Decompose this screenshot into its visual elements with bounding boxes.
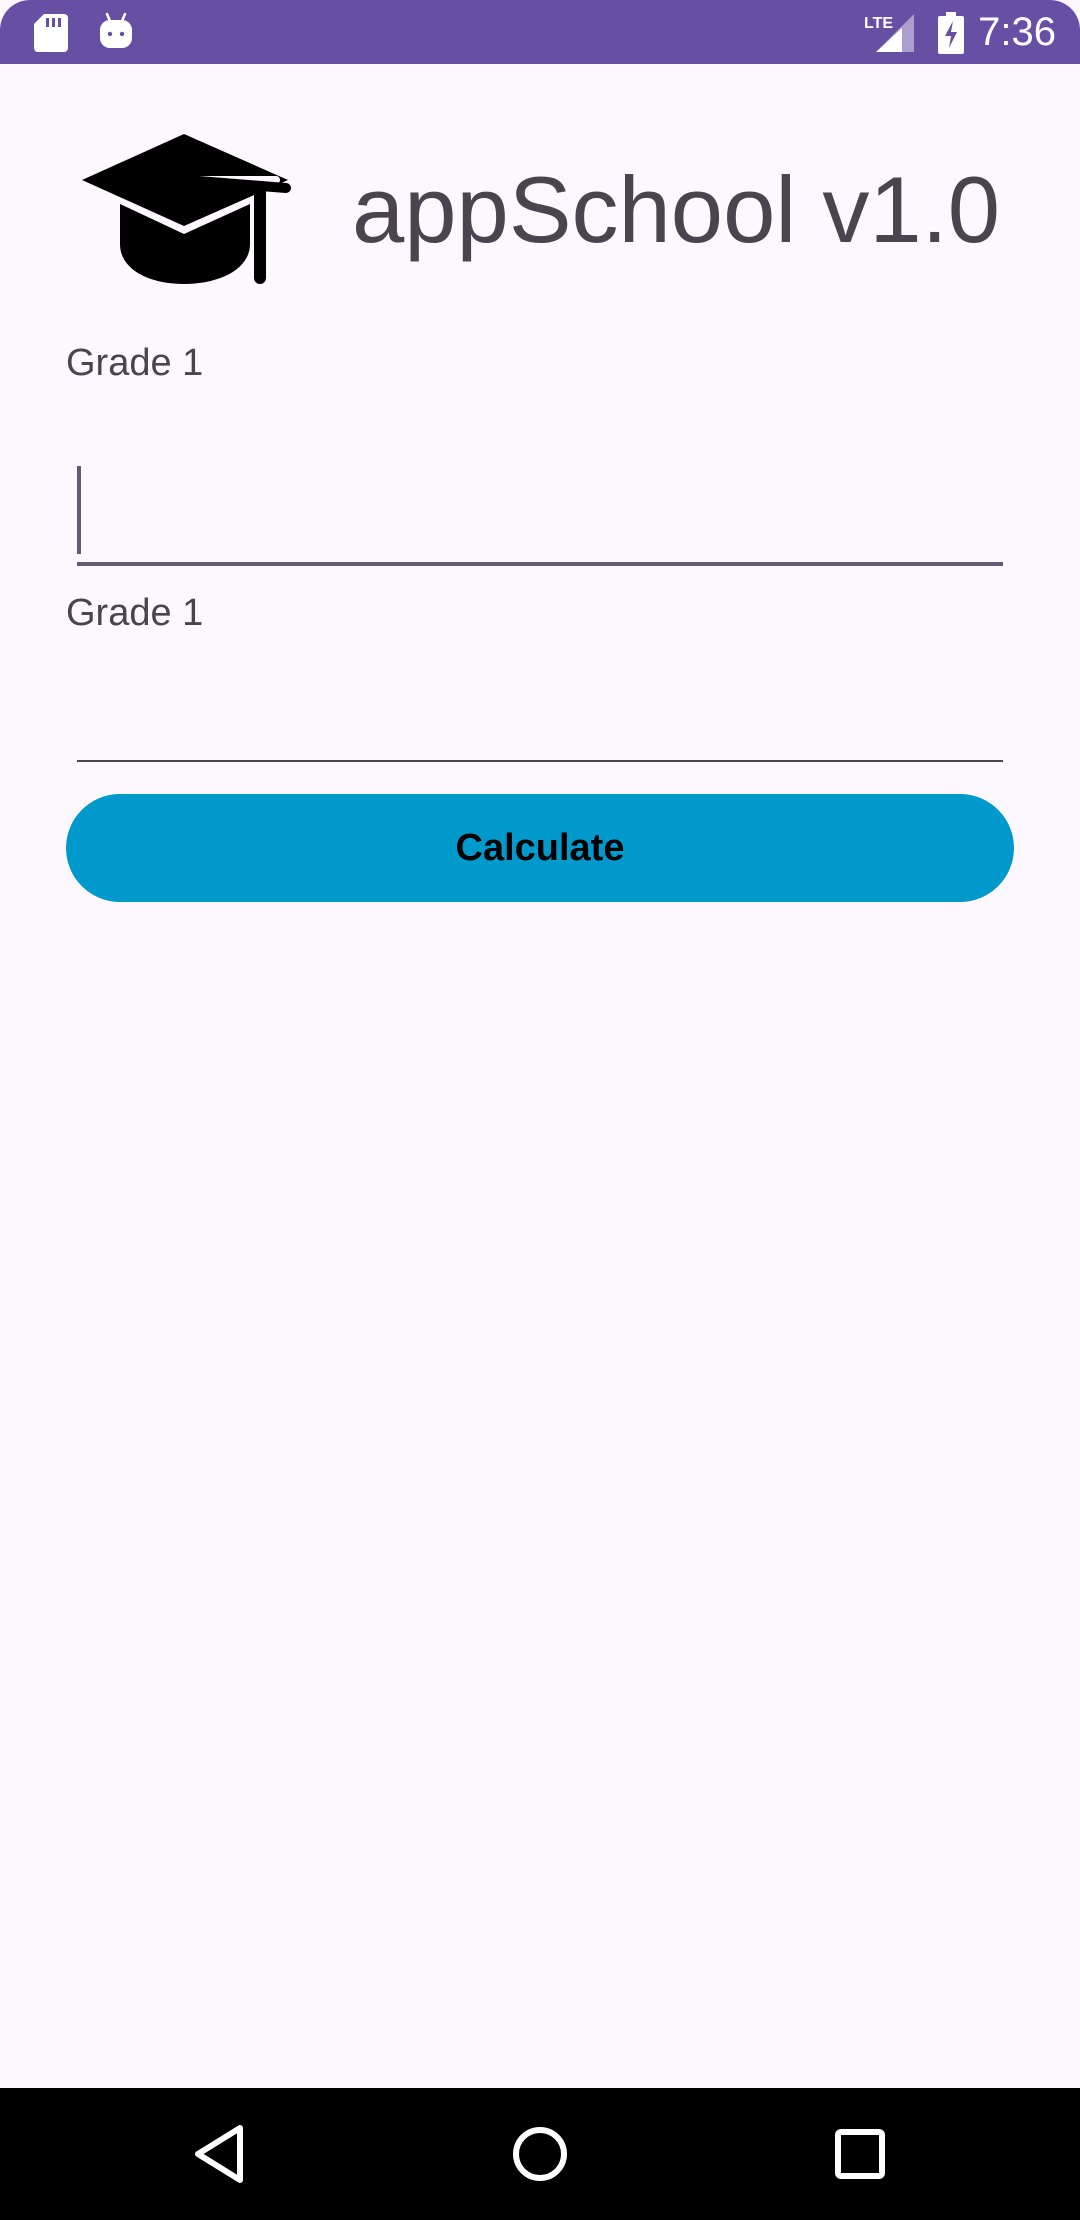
grade-2-label: Grade 1: [66, 592, 204, 634]
app-title: appSchool v1.0: [352, 157, 1001, 262]
grade-1-input[interactable]: [77, 454, 1003, 566]
text-cursor: [77, 466, 81, 554]
home-icon[interactable]: [502, 2116, 578, 2192]
battery-charging-icon: [938, 12, 964, 54]
android-debug-icon: [100, 12, 132, 48]
navigation-bar: [0, 2088, 1080, 2220]
back-icon[interactable]: [184, 2116, 260, 2192]
graduation-cap-icon: [82, 134, 291, 284]
grade-2-input[interactable]: [77, 652, 1003, 762]
grade-1-label: Grade 1: [66, 342, 204, 384]
status-bar: LTE 7:36: [0, 0, 1080, 64]
lte-signal-icon: LTE: [864, 14, 914, 52]
status-time: 7:36: [978, 10, 1056, 54]
recents-icon[interactable]: [822, 2116, 898, 2192]
svg-text:LTE: LTE: [864, 15, 893, 32]
app-screen: LTE 7:36 appSchool v1.0 Grade 1 Grade 1 …: [0, 0, 1080, 2220]
sd-card-icon: [34, 14, 68, 52]
calculate-button[interactable]: Calculate: [66, 794, 1014, 902]
